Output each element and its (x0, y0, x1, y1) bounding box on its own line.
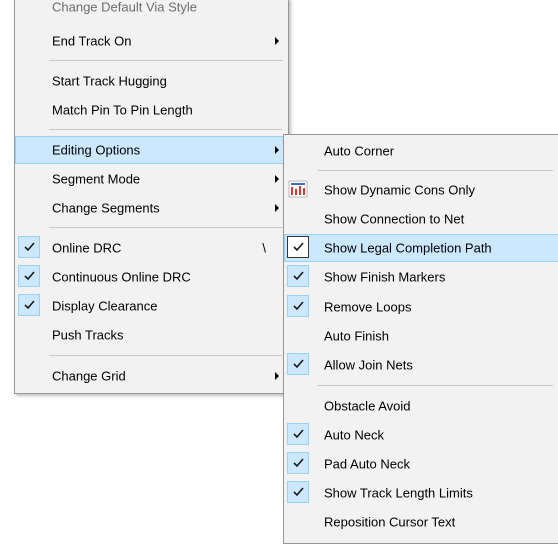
menu-item-show-legal-completion-path[interactable]: Show Legal Completion Path (284, 234, 558, 262)
menu-item-label: Auto Neck (324, 427, 384, 443)
menu-item-label: Push Tracks (52, 327, 124, 343)
menu-item-label: Show Finish Markers (324, 269, 446, 285)
separator (318, 170, 553, 171)
menu-item-reposition-cursor-text[interactable]: Reposition Cursor Text (284, 508, 558, 536)
separator (49, 129, 282, 130)
checkmark-icon (287, 353, 309, 375)
checkmark-icon (287, 423, 309, 445)
menu-item-label: Remove Loops (324, 299, 412, 315)
dynamic-cons-icon (287, 178, 309, 200)
checkmark-icon (18, 265, 40, 287)
checkmark-icon (287, 452, 309, 474)
menu-item-label: Reposition Cursor Text (324, 514, 456, 530)
menu-item-change-segments[interactable]: Change Segments (15, 194, 288, 222)
submenu-arrow-icon (275, 37, 279, 45)
menu-item-label: Change Default Via Style (52, 0, 198, 15)
context-menu: Change Default Via Style End Track On St… (14, 0, 289, 394)
menu-item-remove-loops[interactable]: Remove Loops (284, 293, 558, 321)
menu-item-allow-join-nets[interactable]: Allow Join Nets (284, 351, 558, 379)
separator (49, 355, 282, 356)
menu-item-label: Segment Mode (52, 171, 141, 187)
menu-item-auto-corner[interactable]: Auto Corner (284, 137, 558, 165)
menu-item-label: Auto Corner (324, 143, 395, 159)
checkmark-icon (18, 294, 40, 316)
menu-item-label: Show Track Length Limits (324, 485, 473, 501)
submenu-arrow-icon (275, 204, 279, 212)
checkmark-icon (18, 236, 40, 258)
menu-item-start-track-hugging[interactable]: Start Track Hugging (15, 67, 288, 95)
menu-item-label: Pad Auto Neck (324, 456, 410, 472)
menu-item-show-track-length-limits[interactable]: Show Track Length Limits (284, 479, 558, 507)
menu-item-display-clearance[interactable]: Display Clearance (15, 292, 288, 320)
separator (318, 385, 553, 386)
menu-item-label: Show Legal Completion Path (324, 240, 492, 256)
menu-item-show-dynamic-cons-only[interactable]: Show Dynamic Cons Only (284, 176, 558, 204)
menu-item-push-tracks[interactable]: Push Tracks (15, 321, 288, 349)
checkmark-icon (287, 481, 309, 503)
menu-item-online-drc[interactable]: Online DRC \ (15, 234, 288, 262)
menu-item-end-track-on[interactable]: End Track On (15, 27, 288, 55)
checkmark-icon (287, 236, 309, 258)
menu-item-label: Start Track Hugging (52, 73, 167, 89)
menu-item-label: Show Dynamic Cons Only (324, 182, 475, 198)
menu-item-label: Online DRC (52, 240, 122, 256)
menu-item-auto-neck[interactable]: Auto Neck (284, 421, 558, 449)
menu-item-show-connection-to-net[interactable]: Show Connection to Net (284, 205, 558, 233)
menu-item-change-default-via-style[interactable]: Change Default Via Style (15, 0, 288, 23)
submenu-arrow-icon (275, 146, 279, 154)
menu-item-shortcut: \ (262, 240, 266, 256)
menu-item-label: Editing Options (52, 142, 141, 158)
menu-item-label: Show Connection to Net (324, 211, 465, 227)
separator (49, 227, 282, 228)
menu-item-pad-auto-neck[interactable]: Pad Auto Neck (284, 450, 558, 478)
menu-item-segment-mode[interactable]: Segment Mode (15, 165, 288, 193)
menu-item-continuous-online-drc[interactable]: Continuous Online DRC (15, 263, 288, 291)
submenu-arrow-icon (275, 175, 279, 183)
menu-item-label: Change Grid (52, 368, 126, 384)
submenu-arrow-icon (275, 372, 279, 380)
menu-item-label: Change Segments (52, 200, 160, 216)
editing-options-submenu: Auto Corner Show Dynamic Cons Only Show … (283, 134, 558, 544)
menu-item-label: Continuous Online DRC (52, 269, 191, 285)
menu-item-label: Obstacle Avoid (324, 398, 411, 414)
menu-item-label: End Track On (52, 33, 132, 49)
menu-item-match-pin-to-pin-length[interactable]: Match Pin To Pin Length (15, 96, 288, 124)
separator (49, 60, 282, 61)
menu-item-show-finish-markers[interactable]: Show Finish Markers (284, 263, 558, 291)
menu-item-label: Allow Join Nets (324, 357, 413, 373)
menu-item-obstacle-avoid[interactable]: Obstacle Avoid (284, 392, 558, 420)
menu-item-label: Display Clearance (52, 298, 158, 314)
menu-item-label: Match Pin To Pin Length (52, 102, 193, 118)
checkmark-icon (287, 295, 309, 317)
menu-item-editing-options[interactable]: Editing Options (15, 136, 288, 164)
menu-item-label: Auto Finish (324, 328, 390, 344)
menu-item-change-grid[interactable]: Change Grid (15, 362, 288, 390)
menu-item-auto-finish[interactable]: Auto Finish (284, 322, 558, 350)
checkmark-icon (287, 265, 309, 287)
